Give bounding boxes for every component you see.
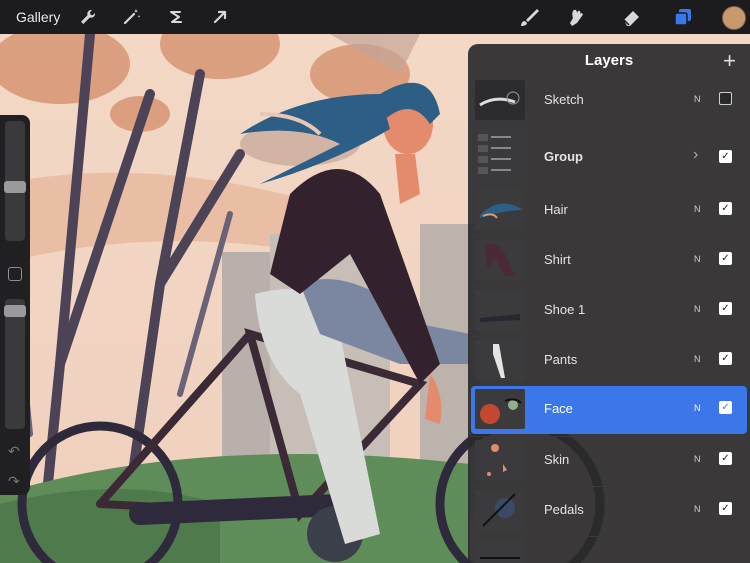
layer-thumbnail (475, 190, 525, 230)
top-toolbar: Gallery (0, 0, 750, 34)
visibility-checkbox[interactable]: ✓ (719, 401, 732, 414)
brush-size-handle[interactable] (4, 181, 26, 193)
blend-mode-button[interactable]: N (694, 254, 701, 264)
layer-thumbnail (475, 540, 525, 563)
layer-name: Sketch (544, 92, 584, 107)
layer-row-sketch[interactable]: Sketch N (471, 76, 747, 125)
layers-panel: Layers + Sketch N Group › ✓ Hair N ✓ Shi… (468, 44, 750, 563)
selection-icon[interactable] (165, 6, 187, 28)
layer-row-face[interactable]: Face N ✓ (471, 386, 747, 434)
brush-icon[interactable] (518, 6, 540, 28)
gallery-button[interactable]: Gallery (16, 9, 60, 25)
transform-arrow-icon[interactable] (209, 6, 231, 28)
layer-row-pants[interactable]: Pants N ✓ (471, 336, 747, 385)
undo-icon[interactable]: ↶ (8, 443, 20, 460)
blend-mode-button[interactable]: N (694, 94, 701, 104)
blend-mode-button[interactable]: N (694, 454, 701, 464)
layer-thumbnail (475, 80, 525, 120)
layers-icon[interactable] (672, 6, 694, 28)
left-sidebar: ↶ ↷ (0, 115, 30, 495)
layers-panel-title: Layers (584, 52, 634, 69)
visibility-checkbox[interactable]: ✓ (719, 502, 732, 515)
smudge-icon[interactable] (566, 6, 588, 28)
visibility-checkbox[interactable] (719, 92, 732, 105)
visibility-checkbox[interactable]: ✓ (719, 150, 732, 163)
blend-mode-button[interactable]: N (694, 504, 701, 514)
opacity-handle[interactable] (4, 305, 26, 317)
blend-mode-button[interactable]: N (694, 403, 701, 413)
chevron-right-icon[interactable]: › (693, 146, 698, 164)
visibility-checkbox[interactable]: ✓ (719, 302, 732, 315)
layer-thumbnail (475, 490, 525, 530)
visibility-checkbox[interactable]: ✓ (719, 352, 732, 365)
eraser-icon[interactable] (620, 6, 642, 28)
modify-button[interactable] (8, 267, 22, 281)
visibility-checkbox[interactable]: ✓ (719, 252, 732, 265)
color-swatch[interactable] (722, 6, 746, 30)
layer-row-skin[interactable]: Skin N ✓ (471, 436, 747, 485)
redo-icon[interactable]: ↷ (8, 473, 20, 490)
layer-row-partial[interactable] (471, 536, 747, 563)
layer-row-group[interactable]: Group › ✓ (471, 126, 747, 185)
layer-row-shoe-1[interactable]: Shoe 1 N ✓ (471, 286, 747, 335)
magic-wand-icon[interactable] (120, 6, 142, 28)
wrench-icon[interactable] (77, 6, 99, 28)
layer-name: Skin (544, 452, 570, 467)
layer-name: Shirt (544, 252, 571, 267)
layer-row-pedals[interactable]: Pedals N ✓ (471, 486, 747, 535)
layer-thumbnail (475, 240, 525, 280)
blend-mode-button[interactable]: N (694, 204, 701, 214)
visibility-checkbox[interactable]: ✓ (719, 202, 732, 215)
layer-row-shirt[interactable]: Shirt N ✓ (471, 236, 747, 285)
layer-name: Pedals (544, 502, 584, 517)
opacity-slider[interactable] (5, 299, 25, 429)
layer-thumbnail (475, 130, 525, 180)
layer-row-hair[interactable]: Hair N ✓ (471, 186, 747, 235)
plus-icon[interactable]: + (723, 48, 736, 74)
layer-thumbnail (475, 340, 525, 380)
layer-name: Hair (544, 202, 568, 217)
layer-thumbnail (475, 389, 525, 429)
layer-name: Shoe 1 (544, 302, 586, 317)
layer-thumbnail (475, 440, 525, 480)
blend-mode-button[interactable]: N (694, 304, 701, 314)
layer-name: Face (544, 401, 573, 416)
layer-name: Pants (544, 352, 578, 367)
blend-mode-button[interactable]: N (694, 354, 701, 364)
visibility-checkbox[interactable]: ✓ (719, 452, 732, 465)
layer-name: Group (544, 149, 583, 164)
layer-thumbnail (475, 290, 525, 330)
